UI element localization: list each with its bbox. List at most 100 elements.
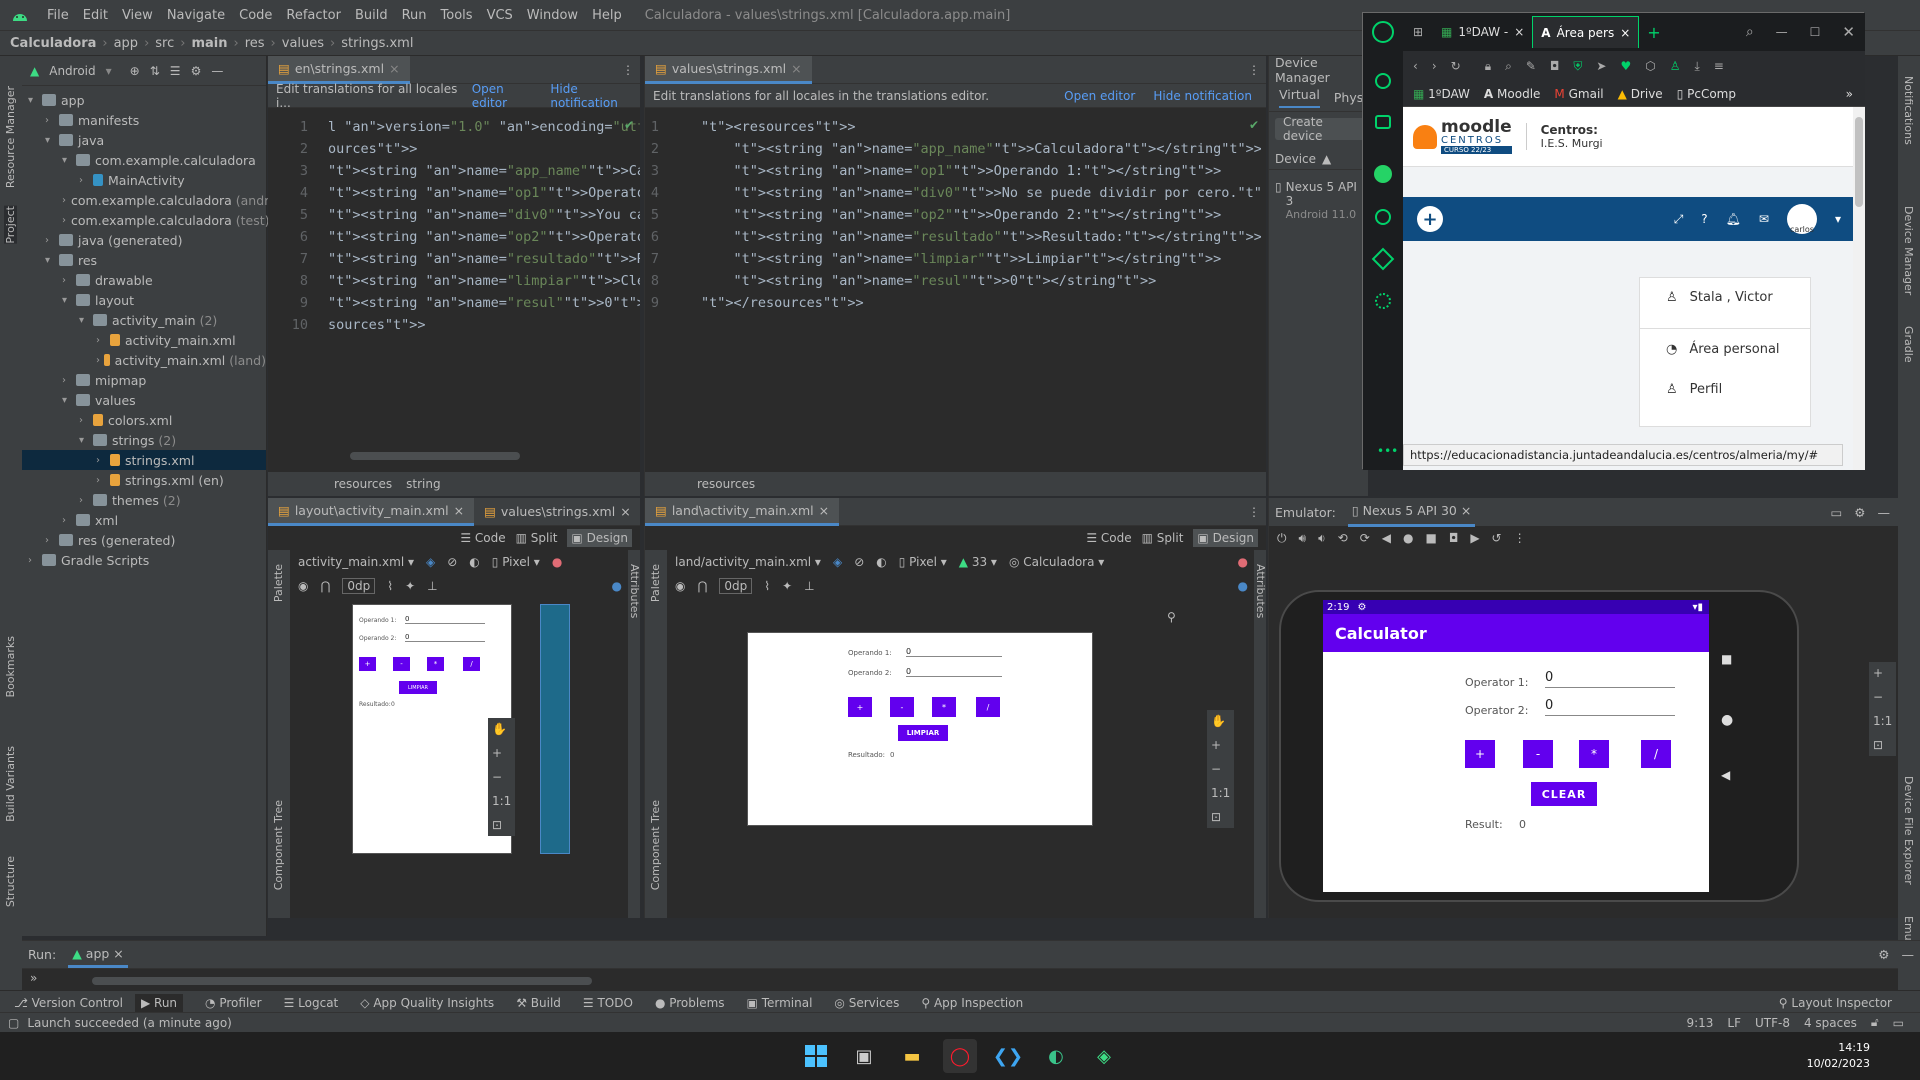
- tab-physical[interactable]: Phys: [1334, 90, 1363, 105]
- tool-terminal[interactable]: ▣ Terminal: [747, 996, 813, 1010]
- gear-icon[interactable]: ⚙: [1878, 947, 1889, 962]
- tool-app-quality[interactable]: ◇ App Quality Insights: [360, 996, 494, 1010]
- api-selector[interactable]: ▲ 33 ▾: [959, 555, 997, 569]
- gradle-tab[interactable]: Gradle: [1902, 326, 1915, 363]
- mode-design[interactable]: ▣ Design: [1193, 529, 1258, 547]
- hide-notification-link[interactable]: Hide notification: [550, 82, 640, 110]
- avatar[interactable]: carlos: [1786, 204, 1817, 234]
- shield-icon[interactable]: ⛨: [1573, 59, 1582, 74]
- menu-help[interactable]: Help: [585, 8, 629, 23]
- chevron-right-icon[interactable]: ›: [96, 475, 110, 486]
- download-icon[interactable]: ⤓: [1694, 59, 1699, 74]
- create-device-button[interactable]: Create device: [1275, 115, 1365, 143]
- orientation-icon[interactable]: ⊘: [854, 555, 864, 569]
- infer-icon[interactable]: ✦: [782, 579, 792, 593]
- attributes-tab[interactable]: Attributes: [628, 564, 641, 618]
- chevron-down-icon[interactable]: ▾: [79, 435, 93, 446]
- close-icon[interactable]: ×: [1620, 26, 1630, 40]
- info-icon[interactable]: ●: [612, 579, 622, 593]
- add-button[interactable]: +: [1465, 740, 1495, 768]
- speed-dial-icon[interactable]: [1375, 73, 1391, 89]
- chevron-right-icon[interactable]: ›: [62, 375, 76, 386]
- h-scrollbar[interactable]: [350, 452, 520, 460]
- mode-code[interactable]: ☰ Code: [1086, 531, 1131, 545]
- tool-run[interactable]: ▶ Run: [134, 993, 184, 1012]
- zoom-icon[interactable]: ⌕: [1505, 59, 1512, 74]
- tree-item[interactable]: › strings.xml (en): [22, 470, 266, 490]
- code-line[interactable]: l "an">version="1.0" "an">encoding="utf-…: [328, 116, 640, 138]
- lock-icon[interactable]: 🔒︎: [1485, 59, 1491, 74]
- mode-split[interactable]: ▥ Split: [516, 531, 558, 545]
- minimize-icon[interactable]: —: [1776, 25, 1788, 39]
- record-icon[interactable]: ▶: [1470, 531, 1479, 545]
- layers-icon[interactable]: ◈: [833, 555, 842, 569]
- code-line[interactable]: "t"><string "an">name="app_name""t">>Cal…: [701, 138, 1261, 160]
- bookmark-2[interactable]: A Moodle: [1484, 87, 1541, 101]
- chevron-down-icon[interactable]: ▾: [28, 95, 42, 106]
- expand-icon[interactable]: ☰: [170, 64, 181, 78]
- browser-tab-1[interactable]: ▦ 1ºDAW - ×: [1433, 18, 1532, 46]
- hide-icon[interactable]: —: [1902, 947, 1915, 962]
- margin-field[interactable]: 0dp: [719, 578, 753, 594]
- more-icon[interactable]: ⋮: [1248, 505, 1266, 519]
- code-line[interactable]: "t"><string "an">name="div0""t">>No se p…: [701, 182, 1261, 204]
- file-encoding[interactable]: UTF-8: [1755, 1016, 1790, 1030]
- notifications-tab[interactable]: Notifications: [1902, 76, 1915, 145]
- tree-item[interactable]: › activity_main.xml (land): [22, 350, 266, 370]
- chevron-right-icon[interactable]: ›: [79, 175, 93, 186]
- more-icon[interactable]: ⋮: [622, 63, 640, 77]
- close-icon[interactable]: ×: [389, 61, 399, 76]
- tree-item[interactable]: ▾ strings (2): [22, 430, 266, 450]
- tool-layout-inspector[interactable]: ⚲ Layout Inspector: [1779, 996, 1892, 1010]
- pin-icon[interactable]: ⚲: [1167, 610, 1176, 624]
- user-menu-profile[interactable]: ♙ Perfil: [1640, 369, 1810, 409]
- breadcrumb-app[interactable]: app: [114, 36, 138, 51]
- tool-profiler[interactable]: ◔ Profiler: [205, 996, 262, 1010]
- code-area[interactable]: l "an">version="1.0" "an">encoding="utf-…: [328, 116, 640, 336]
- menu-file[interactable]: File: [40, 8, 76, 23]
- breadcrumb-project[interactable]: Calculadora: [10, 36, 96, 51]
- chevron-right-icon[interactable]: ›: [96, 335, 110, 346]
- code-line[interactable]: "t"><string "an">name="limpiar""t">>Clea…: [328, 270, 640, 292]
- menu-run[interactable]: Run: [395, 8, 434, 23]
- hide-icon[interactable]: —: [1878, 505, 1891, 520]
- night-mode-icon[interactable]: ◐: [469, 555, 479, 569]
- op2-input[interactable]: 0: [1545, 698, 1675, 716]
- add-icon[interactable]: +: [1417, 206, 1443, 232]
- breadcrumb-src[interactable]: src: [155, 36, 174, 51]
- align-icon[interactable]: ⊥: [804, 579, 814, 593]
- tree-item[interactable]: ▾ java: [22, 130, 266, 150]
- zoom-out-icon[interactable]: −: [1873, 690, 1892, 704]
- more-icon[interactable]: ⋮: [1248, 63, 1266, 77]
- eye-icon[interactable]: ◉: [298, 579, 308, 593]
- zoom-in-icon[interactable]: +: [492, 746, 511, 760]
- menu-view[interactable]: View: [115, 8, 160, 23]
- code-line[interactable]: "t"><string "an">name="op2""t">>Operator…: [328, 226, 640, 248]
- nav-back-icon[interactable]: ◀: [1721, 768, 1730, 782]
- hide-icon[interactable]: —: [211, 64, 223, 78]
- close-window-icon[interactable]: ✕: [1842, 23, 1855, 41]
- chevron-right-icon[interactable]: ›: [62, 275, 76, 286]
- menu-vcs[interactable]: VCS: [480, 8, 520, 23]
- chevron-down-icon[interactable]: ▾: [62, 155, 76, 166]
- zoom-actual-icon[interactable]: 1:1: [1211, 786, 1230, 800]
- crumb-resources[interactable]: resources: [697, 477, 755, 491]
- blueprint-preview[interactable]: [540, 604, 570, 854]
- info-icon[interactable]: ●: [1238, 579, 1248, 593]
- chevron-right-icon[interactable]: ›: [62, 215, 66, 226]
- clear-constraints-icon[interactable]: ⌇: [764, 579, 770, 593]
- chevron-right-icon[interactable]: ›: [45, 115, 59, 126]
- run-scrollbar[interactable]: [92, 977, 592, 985]
- mail-icon[interactable]: ✉: [1759, 212, 1769, 226]
- clock-time[interactable]: 14:19: [1807, 1040, 1870, 1056]
- open-editor-link[interactable]: Open editor: [1064, 89, 1135, 103]
- tab-en-strings[interactable]: ▤ en\strings.xml ×: [268, 55, 410, 84]
- maximize-icon[interactable]: ☐: [1810, 25, 1821, 39]
- close-icon[interactable]: ×: [791, 61, 801, 76]
- magnet-icon[interactable]: ⋂: [320, 579, 330, 593]
- status-message[interactable]: Launch succeeded (a minute ago): [27, 1016, 232, 1030]
- bell-icon[interactable]: 🔔︎: [1726, 212, 1741, 226]
- device-manager-tab[interactable]: Device Manager: [1902, 206, 1915, 295]
- reload-icon[interactable]: ↻: [1451, 59, 1461, 73]
- clear-constraints-icon[interactable]: ⌇: [387, 579, 393, 593]
